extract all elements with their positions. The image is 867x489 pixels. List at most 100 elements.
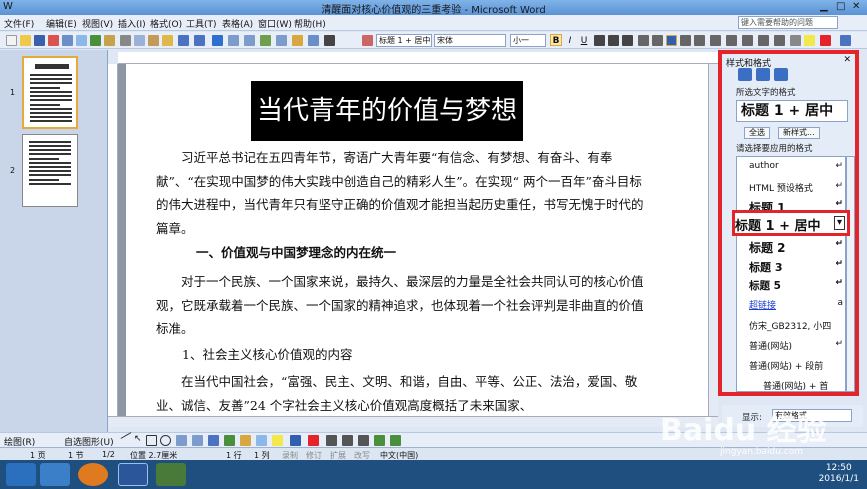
- dash-style-icon[interactable]: [342, 435, 353, 446]
- hyperlink-icon[interactable]: [212, 35, 223, 46]
- style-list-scrollbar[interactable]: [846, 156, 855, 392]
- home-icon[interactable]: [774, 68, 788, 81]
- cut-icon[interactable]: [120, 35, 131, 46]
- page-thumbnail[interactable]: [22, 134, 78, 207]
- sub-heading[interactable]: 1、社会主义核心价值观的内容: [182, 344, 352, 363]
- align-right-icon[interactable]: [680, 35, 691, 46]
- new-style-button[interactable]: 新样式...: [778, 127, 820, 139]
- document-page[interactable]: 当代青年的价值与梦想 习近平总书记在五四青年节，寄语广大青年要“有信念、有梦想、…: [126, 64, 708, 416]
- page-thumbnail[interactable]: [22, 56, 78, 129]
- style-item-hyperlink[interactable]: 超链接 a: [737, 298, 847, 311]
- print-icon[interactable]: [62, 35, 73, 46]
- font-color-icon[interactable]: [820, 35, 831, 46]
- insert-excel-icon[interactable]: [260, 35, 271, 46]
- underline-button[interactable]: U: [578, 34, 590, 46]
- highlighted-style-label[interactable]: 标题 1 + 居中: [735, 215, 821, 234]
- menu-view[interactable]: 视图(V): [82, 17, 113, 30]
- arrow-style-icon[interactable]: [358, 435, 369, 446]
- paragraph[interactable]: 习近平总书记在五四青年节，寄语广大青年要“有信念、有梦想、有奋斗、有奉献”、“在…: [156, 146, 644, 240]
- style-item-heading3[interactable]: 标题 3 ↵: [737, 259, 847, 275]
- close-icon[interactable]: ✕: [852, 1, 860, 12]
- shadow-icon[interactable]: [374, 435, 385, 446]
- paste-icon[interactable]: [148, 35, 159, 46]
- tables-icon[interactable]: [228, 35, 239, 46]
- bold-button[interactable]: B: [550, 34, 562, 46]
- document-horizontal-scrollbar[interactable]: [108, 416, 718, 427]
- selected-format-box[interactable]: 标题 1 + 居中: [736, 100, 848, 122]
- style-item-heading2[interactable]: 标题 2 ↵: [737, 239, 847, 256]
- columns-icon[interactable]: [276, 35, 287, 46]
- system-clock[interactable]: 12:50 2016/1/1: [819, 463, 859, 485]
- horizontal-ruler[interactable]: [118, 52, 718, 64]
- decrease-indent-icon[interactable]: [758, 35, 769, 46]
- menu-edit[interactable]: 编辑(E): [46, 17, 77, 30]
- highlight-icon[interactable]: [804, 35, 815, 46]
- format-painter-icon[interactable]: [162, 35, 173, 46]
- copy-icon[interactable]: [134, 35, 145, 46]
- style-item-fangsong[interactable]: 仿宋_GB2312, 小四: [737, 319, 847, 332]
- increase-indent-icon[interactable]: [774, 35, 785, 46]
- app-icon[interactable]: [156, 463, 186, 486]
- style-combo[interactable]: 标题 1 + 居中: [376, 34, 432, 47]
- line-color-icon[interactable]: [290, 435, 301, 446]
- style-item-author[interactable]: author ↵: [737, 161, 847, 171]
- show-hide-icon[interactable]: [324, 35, 335, 46]
- outside-border-icon[interactable]: [790, 35, 801, 46]
- help-search-input[interactable]: 键入需要帮助的问题: [738, 16, 838, 29]
- maximize-icon[interactable]: □: [836, 1, 845, 12]
- forward-icon[interactable]: [756, 68, 770, 81]
- textbox-icon[interactable]: [176, 435, 187, 446]
- menu-format[interactable]: 格式(O): [150, 17, 182, 30]
- numbering-icon[interactable]: [726, 35, 737, 46]
- style-list[interactable]: author↵ HTML 预设格式↵ 标题 1↵ 标题 1 + 居中▾ 标题 2…: [736, 156, 846, 392]
- char-shade-icon[interactable]: [608, 35, 619, 46]
- style-item-html[interactable]: HTML 预设格式 ↵: [737, 181, 847, 194]
- justify-icon[interactable]: [652, 35, 663, 46]
- style-item-heading5[interactable]: 标题 5 ↵: [737, 278, 847, 293]
- italic-button[interactable]: I: [564, 34, 576, 46]
- menu-file[interactable]: 文件(F): [4, 17, 34, 30]
- new-doc-icon[interactable]: [6, 35, 17, 46]
- 3d-icon[interactable]: [390, 435, 401, 446]
- char-border-icon[interactable]: [594, 35, 605, 46]
- style-item-normal-web-indent[interactable]: 普通(网站) + 首: [737, 379, 847, 392]
- vertical-textbox-icon[interactable]: [192, 435, 203, 446]
- save-icon[interactable]: [34, 35, 45, 46]
- line-style-icon[interactable]: [326, 435, 337, 446]
- style-item-normal-web[interactable]: 普通(网站) ↵: [737, 339, 847, 352]
- arrow-icon[interactable]: ↖: [134, 434, 142, 444]
- diagram-icon[interactable]: [224, 435, 235, 446]
- document-title[interactable]: 当代青年的价值与梦想: [251, 81, 523, 141]
- word-taskbar-icon[interactable]: [118, 463, 148, 486]
- align-left-icon[interactable]: [638, 35, 649, 46]
- rectangle-icon[interactable]: [146, 435, 157, 446]
- menu-table[interactable]: 表格(A): [222, 17, 253, 30]
- research-icon[interactable]: [104, 35, 115, 46]
- menu-tools[interactable]: 工具(T): [186, 17, 217, 30]
- back-icon[interactable]: [738, 68, 752, 81]
- draw-font-color-icon[interactable]: [308, 435, 319, 446]
- menu-window[interactable]: 窗口(W): [258, 17, 292, 30]
- open-icon[interactable]: [20, 35, 31, 46]
- paragraph[interactable]: 对于一个民族、一个国家来说，最持久、最深层的力量是全社会共同认可的核心价值观，它…: [156, 270, 644, 341]
- minimize-icon[interactable]: ▁: [820, 1, 828, 12]
- vertical-ruler[interactable]: [108, 64, 118, 416]
- font-combo[interactable]: 宋体: [434, 34, 506, 47]
- redo-icon[interactable]: [194, 35, 205, 46]
- char-scale-icon[interactable]: [622, 35, 633, 46]
- menu-insert[interactable]: 插入(I): [118, 17, 146, 30]
- spelling-icon[interactable]: [90, 35, 101, 46]
- line-spacing-icon[interactable]: [710, 35, 721, 46]
- picture-icon[interactable]: [256, 435, 267, 446]
- permission-icon[interactable]: [48, 35, 59, 46]
- line-icon[interactable]: [120, 432, 132, 439]
- doc-map-icon[interactable]: [308, 35, 319, 46]
- menu-help[interactable]: 帮助(H): [294, 17, 326, 30]
- paragraph[interactable]: 在当代中国社会，“富强、民主、文明、和谐，自由、平等、公正、法治，爱国、敬业、诚…: [156, 370, 644, 416]
- start-icon[interactable]: [6, 463, 36, 486]
- font-size-combo[interactable]: 小一: [510, 34, 546, 47]
- highlighted-dropdown-icon[interactable]: ▾: [834, 216, 845, 230]
- select-all-button[interactable]: 全选: [744, 127, 770, 139]
- clipart-icon[interactable]: [240, 435, 251, 446]
- fill-color-icon[interactable]: [272, 435, 283, 446]
